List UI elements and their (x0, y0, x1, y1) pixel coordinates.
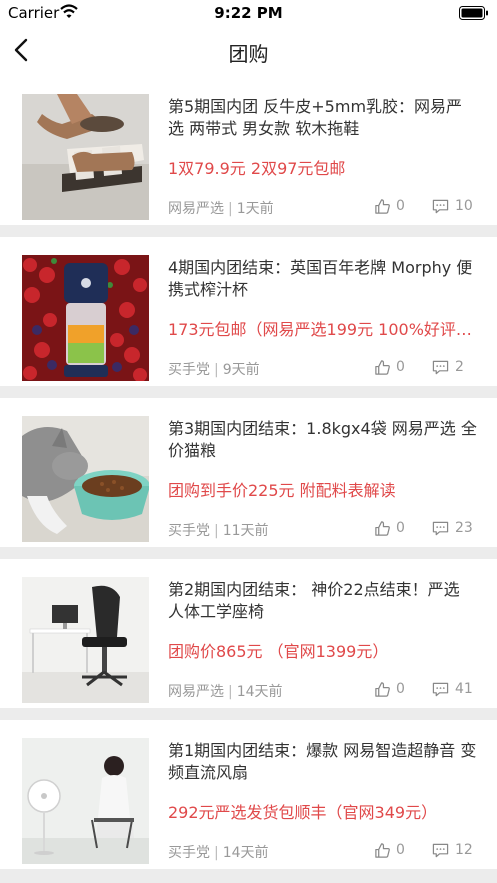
status-time: 9:22 PM (214, 4, 283, 22)
comment-icon (432, 360, 449, 374)
comment-count: 2 (455, 359, 464, 375)
comment-count: 23 (455, 520, 473, 536)
comment-icon (432, 843, 449, 857)
sandals-photo (22, 94, 149, 220)
navigation-bar: 团购 (0, 26, 497, 76)
item-time: 14天前 (222, 845, 269, 861)
item-title: 第1期国内团结束：爆款 网易智造超静音 变频直流风扇 (168, 741, 477, 782)
comment-button[interactable]: 41 (432, 679, 473, 699)
item-meta: 买手党 | 11天前 (168, 520, 269, 540)
list-item[interactable]: 第1期国内团结束：爆款 网易智造超静音 变频直流风扇 292元严选发货包顺丰（官… (0, 720, 497, 869)
comment-count: 10 (455, 198, 473, 214)
item-price: 1双79.9元 2双97元包邮 (168, 159, 346, 178)
comment-button[interactable]: 2 (432, 357, 464, 377)
thumbs-up-icon (375, 520, 390, 536)
thumbs-up-icon (375, 842, 390, 858)
item-meta: 买手党 | 9天前 (168, 359, 260, 379)
item-time: 11天前 (222, 523, 269, 539)
fan-photo (22, 738, 149, 864)
list-item[interactable]: 4期国内团结束：英国百年老牌 Morphy 便携式榨汁杯 173元包邮（网易严选… (0, 237, 497, 386)
comment-count: 41 (455, 681, 473, 697)
item-price: 团购价865元 （官网1399元） (168, 642, 389, 661)
like-count: 0 (396, 359, 405, 375)
like-count: 0 (396, 681, 405, 697)
meta-separator: | (228, 201, 233, 217)
comment-icon (432, 199, 449, 213)
item-source: 买手党 (168, 362, 210, 378)
item-title: 第2期国内团结束： 神价22点结束！严选 人体工学座椅 (168, 580, 460, 621)
meta-separator: | (214, 845, 219, 861)
thumbs-up-icon (375, 198, 390, 214)
list-item[interactable]: 第2期国内团结束： 神价22点结束！严选 人体工学座椅 团购价865元 （官网1… (0, 559, 497, 708)
thumbs-up-icon (375, 359, 390, 375)
comment-icon (432, 682, 449, 696)
item-source: 买手党 (168, 845, 210, 861)
comment-button[interactable]: 12 (432, 840, 473, 860)
item-time: 1天前 (236, 201, 274, 217)
list-item[interactable]: 第5期国内团 反牛皮+5mm乳胶：网易严选 两带式 男女款 软木拖鞋 1双79.… (0, 76, 497, 225)
item-source: 网易严选 (168, 201, 224, 217)
cat-food-photo (22, 416, 149, 542)
like-count: 0 (396, 198, 405, 214)
like-count: 0 (396, 842, 405, 858)
item-title: 第5期国内团 反牛皮+5mm乳胶：网易严选 两带式 男女款 软木拖鞋 (168, 97, 463, 138)
item-meta: 买手党 | 14天前 (168, 842, 269, 862)
meta-separator: | (214, 362, 219, 378)
like-button[interactable]: 0 (374, 357, 405, 377)
item-title: 4期国内团结束：英国百年老牌 Morphy 便携式榨汁杯 (168, 258, 473, 299)
item-price: 173元包邮（网易严选199元 100%好评… (168, 320, 472, 339)
item-source: 网易严选 (168, 684, 224, 700)
item-meta: 网易严选 | 14天前 (168, 681, 283, 701)
item-title: 第3期国内团结束：1.8kgx4袋 网易严选 全价猫粮 (168, 419, 477, 460)
comment-icon (432, 521, 449, 535)
like-button[interactable]: 0 (374, 196, 405, 216)
juicer-photo (22, 255, 149, 381)
meta-separator: | (214, 523, 219, 539)
item-meta: 网易严选 | 1天前 (168, 198, 274, 218)
item-source: 买手党 (168, 523, 210, 539)
item-price: 292元严选发货包顺丰（官网349元） (168, 803, 438, 822)
office-chair-photo (22, 577, 149, 703)
page-title: 团购 (228, 42, 269, 66)
comment-button[interactable]: 10 (432, 196, 473, 216)
like-count: 0 (396, 520, 405, 536)
list-item[interactable]: 第3期国内团结束：1.8kgx4袋 网易严选 全价猫粮 团购到手价225元 附配… (0, 398, 497, 547)
like-button[interactable]: 0 (374, 840, 405, 860)
status-bar: Carrier 9:22 PM (0, 0, 497, 26)
comment-count: 12 (455, 842, 473, 858)
battery-icon (459, 6, 488, 20)
item-time: 14天前 (236, 684, 283, 700)
meta-separator: | (228, 684, 233, 700)
thumbs-up-icon (375, 681, 390, 697)
item-price: 团购到手价225元 附配料表解读 (168, 481, 396, 500)
comment-button[interactable]: 23 (432, 518, 473, 538)
item-time: 9天前 (222, 362, 260, 378)
like-button[interactable]: 0 (374, 679, 405, 699)
like-button[interactable]: 0 (374, 518, 405, 538)
